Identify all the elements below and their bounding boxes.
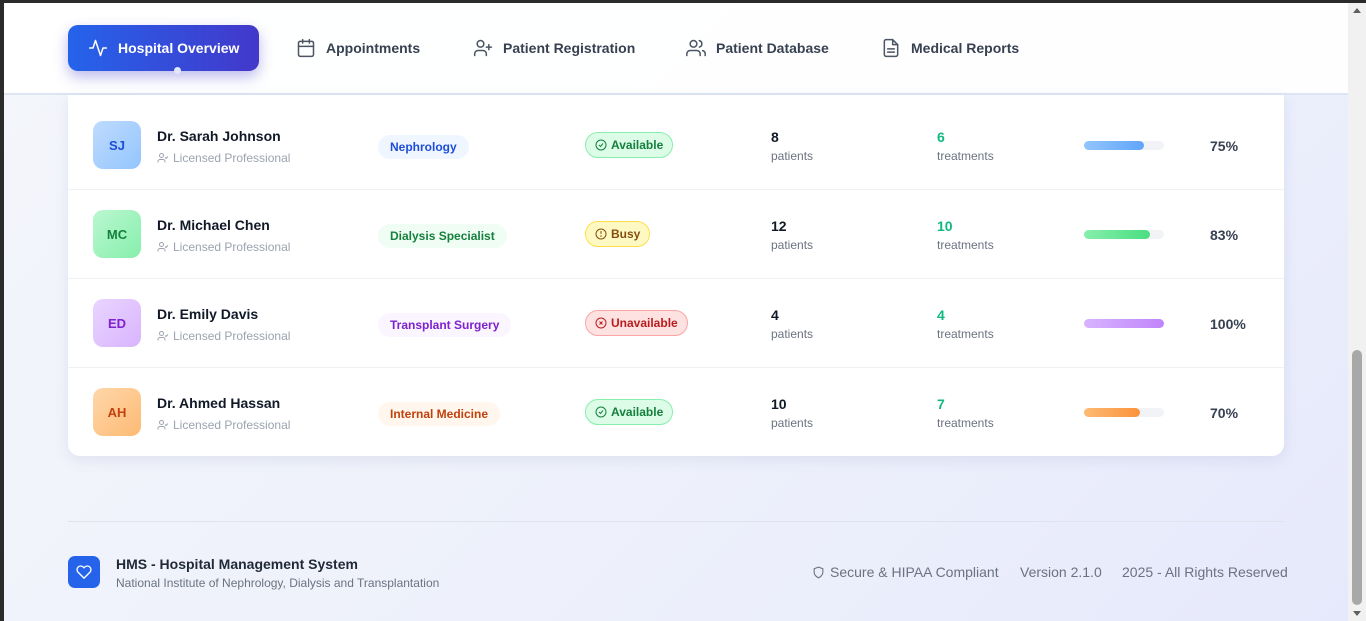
patients-count: 4 bbox=[771, 307, 779, 323]
user-check-icon bbox=[157, 153, 169, 163]
user-check-icon bbox=[157, 420, 169, 430]
doctor-credential: Licensed Professional bbox=[157, 418, 290, 432]
patients-count: 12 bbox=[771, 218, 787, 234]
progress-bar bbox=[1084, 319, 1164, 328]
scroll-up-icon[interactable] bbox=[1353, 8, 1361, 13]
user-plus-icon bbox=[473, 39, 493, 57]
activity-icon bbox=[88, 39, 108, 57]
doctor-name: Dr. Emily Davis bbox=[157, 306, 259, 322]
tab-label: Hospital Overview bbox=[118, 40, 240, 56]
doctor-credential: Licensed Professional bbox=[157, 329, 290, 343]
tab-medical-reports[interactable]: Medical Reports bbox=[861, 25, 1039, 71]
page-scrollbar[interactable] bbox=[1348, 3, 1366, 621]
check-circle-icon bbox=[595, 139, 607, 151]
table-row[interactable]: SJ Dr. Sarah Johnson Licensed Profession… bbox=[68, 101, 1284, 190]
heart-icon bbox=[76, 565, 92, 580]
file-text-icon bbox=[883, 38, 899, 58]
user-check-icon bbox=[157, 242, 169, 252]
department-badge: Transplant Surgery bbox=[378, 313, 512, 337]
tab-patient-registration[interactable]: Patient Registration bbox=[453, 25, 655, 71]
progress-bar bbox=[1084, 141, 1164, 150]
shield-icon bbox=[813, 566, 824, 579]
footer-divider bbox=[68, 521, 1284, 522]
status-badge: Busy bbox=[585, 221, 651, 247]
patients-count: 8 bbox=[771, 129, 779, 145]
treatments-label: treatments bbox=[937, 149, 994, 163]
progress-fill bbox=[1084, 230, 1151, 239]
avatar: SJ bbox=[93, 121, 141, 169]
treatments-label: treatments bbox=[937, 238, 994, 252]
patients-label: patients bbox=[771, 327, 814, 341]
top-navigation: Hospital Overview Appointments Patient R… bbox=[4, 3, 1348, 95]
doctor-credential: Licensed Professional bbox=[157, 240, 290, 254]
doctor-credential: Licensed Professional bbox=[157, 151, 290, 165]
department-badge: Internal Medicine bbox=[378, 402, 501, 426]
users-icon bbox=[686, 39, 706, 57]
app-viewport: Hospital Overview Appointments Patient R… bbox=[4, 3, 1348, 621]
patients-count: 10 bbox=[771, 396, 787, 412]
footer-version: Version 2.1.0 bbox=[1020, 564, 1102, 580]
doctor-name: Dr. Michael Chen bbox=[157, 217, 270, 233]
patients-label: patients bbox=[771, 238, 814, 252]
table-row[interactable]: MC Dr. Michael Chen Licensed Professiona… bbox=[68, 190, 1284, 279]
doctors-table: SJ Dr. Sarah Johnson Licensed Profession… bbox=[68, 95, 1284, 456]
avatar: ED bbox=[93, 299, 141, 347]
progress-fill bbox=[1084, 319, 1164, 328]
footer-subtitle: National Institute of Nephrology, Dialys… bbox=[116, 576, 440, 590]
progress-fill bbox=[1084, 141, 1144, 150]
department-badge: Dialysis Specialist bbox=[378, 224, 507, 248]
patients-label: patients bbox=[771, 416, 814, 430]
table-row[interactable]: AH Dr. Ahmed Hassan Licensed Professiona… bbox=[68, 368, 1284, 457]
tab-appointments[interactable]: Appointments bbox=[276, 25, 440, 71]
scroll-thumb[interactable] bbox=[1352, 350, 1362, 605]
department-badge: Nephrology bbox=[378, 135, 469, 159]
tab-label: Medical Reports bbox=[911, 40, 1020, 56]
tab-label: Patient Registration bbox=[503, 40, 636, 56]
status-badge: Available bbox=[585, 399, 674, 425]
table-row[interactable]: ED Dr. Emily Davis Licensed Professional… bbox=[68, 279, 1284, 368]
avatar: MC bbox=[93, 210, 141, 258]
tab-label: Appointments bbox=[326, 40, 421, 56]
progress-percent: 70% bbox=[1210, 405, 1239, 421]
progress-fill bbox=[1084, 408, 1140, 417]
user-check-icon bbox=[157, 331, 169, 341]
check-circle-icon bbox=[595, 406, 607, 418]
progress-bar bbox=[1084, 230, 1164, 239]
tab-patient-database[interactable]: Patient Database bbox=[666, 25, 849, 71]
progress-percent: 83% bbox=[1210, 227, 1239, 243]
treatments-label: treatments bbox=[937, 327, 994, 341]
progress-bar bbox=[1084, 408, 1164, 417]
treatments-count: 6 bbox=[937, 129, 945, 145]
treatments-count: 4 bbox=[937, 307, 945, 323]
active-tab-indicator bbox=[174, 67, 181, 74]
patients-label: patients bbox=[771, 149, 814, 163]
footer-security: Secure & HIPAA Compliant bbox=[812, 564, 999, 580]
avatar: AH bbox=[93, 388, 141, 436]
progress-percent: 75% bbox=[1210, 138, 1239, 154]
treatments-count: 7 bbox=[937, 396, 945, 412]
treatments-count: 10 bbox=[937, 218, 953, 234]
status-badge: Unavailable bbox=[585, 310, 688, 336]
scroll-down-icon[interactable] bbox=[1353, 611, 1361, 616]
doctor-name: Dr. Sarah Johnson bbox=[157, 128, 281, 144]
treatments-label: treatments bbox=[937, 416, 994, 430]
progress-percent: 100% bbox=[1210, 316, 1246, 332]
footer-title: HMS - Hospital Management System bbox=[116, 556, 358, 572]
calendar-icon bbox=[297, 38, 315, 58]
x-circle-icon bbox=[595, 317, 607, 329]
tab-hospital-overview[interactable]: Hospital Overview bbox=[68, 25, 260, 71]
tab-label: Patient Database bbox=[716, 40, 829, 56]
footer-copyright: 2025 - All Rights Reserved bbox=[1122, 564, 1288, 580]
clock-icon bbox=[595, 228, 607, 240]
doctor-name: Dr. Ahmed Hassan bbox=[157, 395, 281, 411]
footer-logo bbox=[68, 556, 100, 588]
status-badge: Available bbox=[585, 132, 674, 158]
